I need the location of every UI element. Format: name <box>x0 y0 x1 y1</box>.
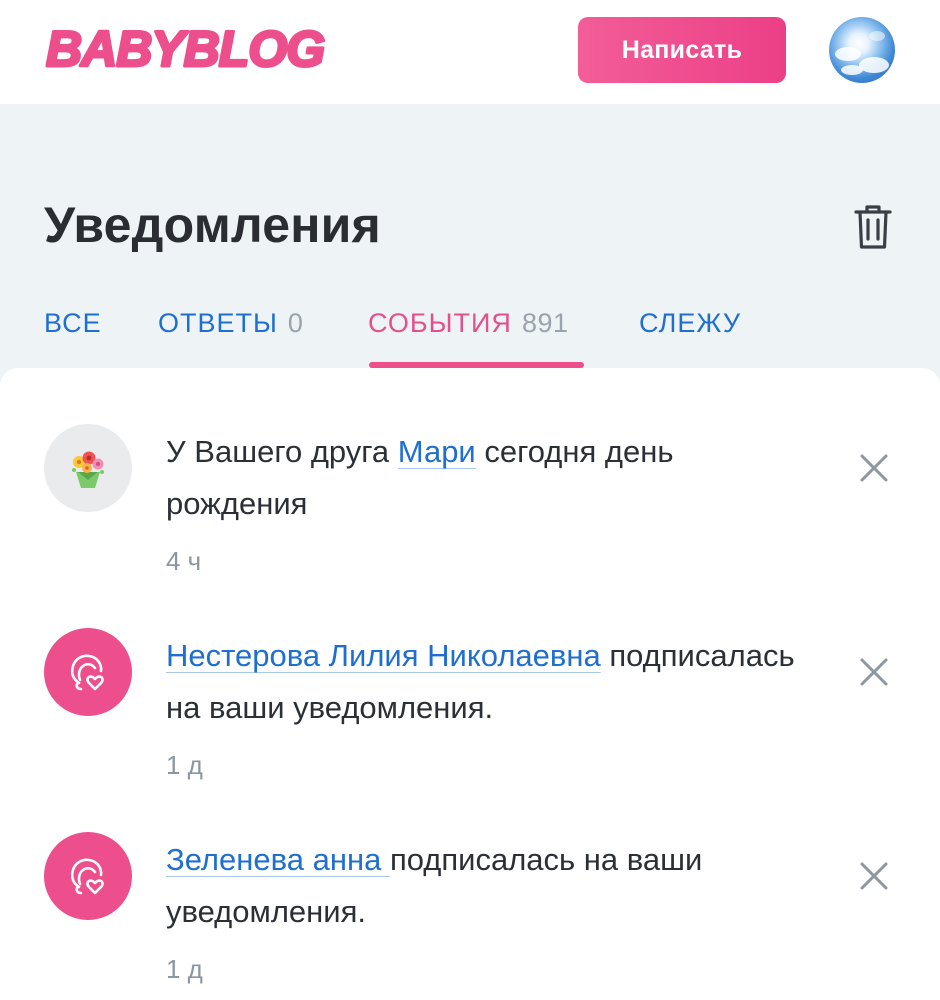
notification-time: 1 д <box>166 954 203 984</box>
svg-text:BABYBLOG: BABYBLOG <box>46 21 324 77</box>
tab-events-label: СОБЫТИЯ <box>368 308 512 338</box>
user-link[interactable]: Нестерова Лилия Николаевна <box>166 638 601 673</box>
tab-replies-label: ОТВЕТЫ <box>158 308 278 338</box>
notification-text: У Вашего друга Мари сегодня день рождени… <box>166 426 816 530</box>
user-link[interactable]: Зеленева анна <box>166 842 390 877</box>
notification-tabs: ВСЕ ОТВЕТЫ 0 СОБЫТИЯ 891 СЛЕЖУ <box>0 300 940 370</box>
tab-all-label: ВСЕ <box>44 308 102 338</box>
notification-prefix: У Вашего друга <box>166 434 398 469</box>
notification-time: 1 д <box>166 750 203 780</box>
subscriber-heart-icon <box>44 832 132 920</box>
write-button[interactable]: Написать <box>578 17 786 83</box>
babyblog-logo[interactable]: BABYBLOG <box>44 18 364 79</box>
flower-bouquet-icon <box>44 424 132 512</box>
tab-following[interactable]: СЛЕЖУ <box>639 308 741 339</box>
close-icon[interactable] <box>858 452 890 484</box>
notification-text: Зеленева анна подписалась на ваши уведом… <box>166 834 816 938</box>
top-bar: BABYBLOG Написать <box>0 0 940 104</box>
notification-text: Нестерова Лилия Николаевна подписалась н… <box>166 630 816 734</box>
friend-link[interactable]: Мари <box>398 434 476 469</box>
close-icon[interactable] <box>858 656 890 688</box>
page-title: Уведомления <box>44 197 381 253</box>
tab-events-count: 891 <box>521 308 569 338</box>
tab-all[interactable]: ВСЕ <box>44 308 102 339</box>
notification-time: 4 ч <box>166 546 202 576</box>
tab-following-label: СЛЕЖУ <box>639 308 742 338</box>
subscriber-heart-icon <box>44 628 132 716</box>
notifications-list: У Вашего друга Мари сегодня день рождени… <box>0 368 940 1000</box>
tab-events[interactable]: СОБЫТИЯ 891 <box>368 308 569 339</box>
tab-replies[interactable]: ОТВЕТЫ 0 <box>158 308 303 339</box>
user-avatar[interactable] <box>829 17 895 83</box>
close-icon[interactable] <box>858 860 890 892</box>
tab-replies-count: 0 <box>287 308 304 338</box>
trash-icon[interactable] <box>852 203 894 251</box>
